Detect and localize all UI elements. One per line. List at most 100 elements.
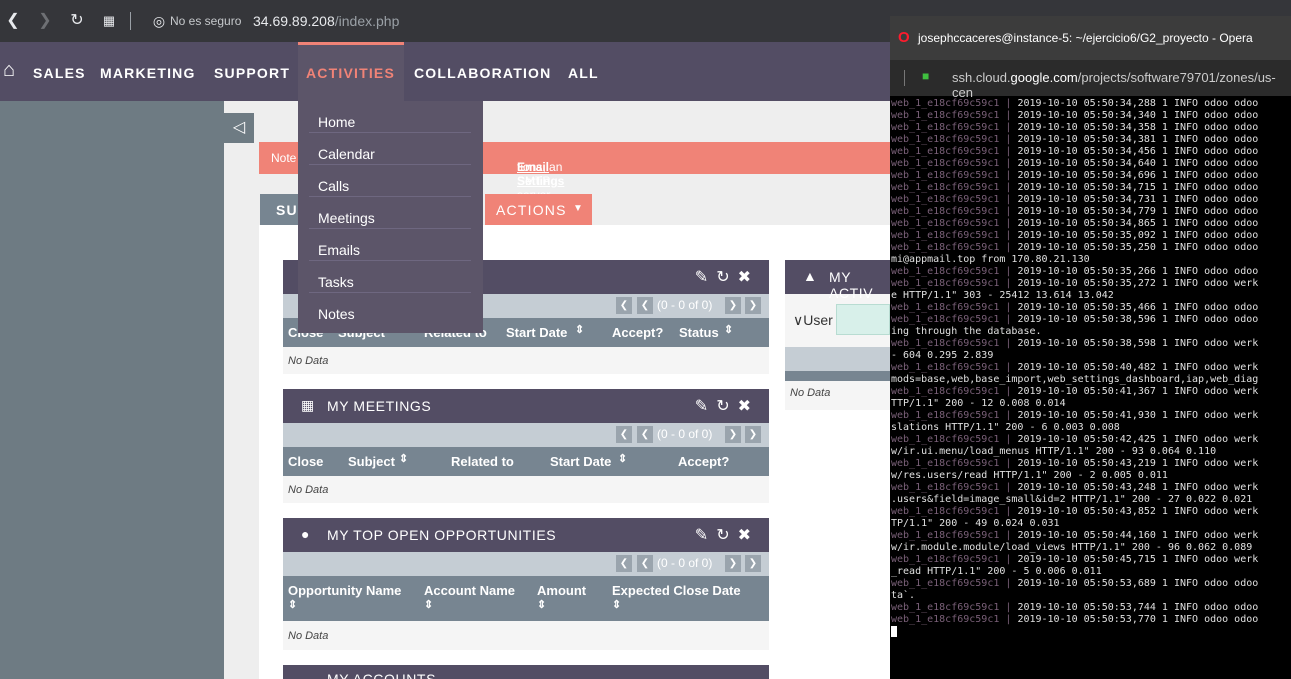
next-page-icon[interactable]: ❯ [725, 297, 741, 314]
terminal-line: ta`. [891, 590, 1291, 602]
user-filter-input[interactable] [836, 304, 890, 335]
nav-support[interactable]: SUPPORT [214, 65, 290, 81]
col-subject[interactable]: Subject [348, 454, 395, 469]
first-page-icon[interactable]: ❮ [616, 297, 632, 314]
refresh-icon[interactable]: ↻ [716, 398, 737, 415]
tabs-grid-icon[interactable]: ▦ [98, 10, 120, 32]
close-icon[interactable]: ✖ [738, 527, 759, 544]
menu-item-notes[interactable]: Notes [309, 293, 471, 325]
nav-sales[interactable]: SALES [33, 65, 86, 81]
next-page-icon[interactable]: ❯ [725, 426, 741, 443]
container-prefix: web_1_e18cf69c59c1 | [891, 110, 1018, 121]
first-page-icon[interactable]: ❮ [616, 426, 632, 443]
col-expected-close-date[interactable]: Expected Close Date [612, 583, 741, 598]
container-prefix: web_1_e18cf69c59c1 | [891, 182, 1018, 193]
refresh-icon[interactable]: ↻ [716, 527, 737, 544]
log-text: 2019-10-10 05:50:34,456 1 INFO odoo odoo [1017, 146, 1259, 157]
sort-icon[interactable]: ⇕ [618, 452, 627, 465]
edit-icon[interactable]: ✎ [695, 269, 716, 286]
address-bar[interactable]: 34.69.89.208/index.php [253, 13, 399, 29]
col-start-date[interactable]: Start Date [506, 325, 567, 340]
last-page-icon[interactable]: ❯ [745, 555, 761, 572]
close-icon[interactable]: ✖ [738, 398, 759, 415]
prev-page-icon[interactable]: ❮ [637, 297, 653, 314]
edit-icon[interactable]: ✎ [695, 527, 716, 544]
reload-icon[interactable]: ↻ [66, 10, 88, 32]
menu-item-meetings[interactable]: Meetings [309, 197, 471, 229]
last-page-icon[interactable]: ❯ [745, 426, 761, 443]
terminal-line: ing through the database. [891, 326, 1291, 338]
dashboard-tab[interactable]: SU [260, 194, 300, 225]
no-data-text: No Data [790, 387, 831, 399]
terminal-output[interactable]: web_1_e18cf69c59c1 | 2019-10-10 05:50:34… [890, 96, 1291, 679]
nav-marketing[interactable]: MARKETING [100, 65, 196, 81]
col-start-date[interactable]: Start Date [550, 454, 611, 469]
menu-item-home[interactable]: Home [309, 101, 471, 133]
container-prefix: web_1_e18cf69c59c1 | [891, 482, 1018, 493]
nav-activities[interactable]: ACTIVITIES [298, 42, 404, 101]
terminal-address-bar[interactable]: ■ ssh.cloud.google.com/projects/software… [890, 60, 1291, 100]
first-page-icon[interactable]: ❮ [616, 555, 632, 572]
terminal-line: web_1_e18cf69c59c1 | 2019-10-10 05:50:35… [891, 302, 1291, 314]
prev-page-icon[interactable]: ❮ [637, 555, 653, 572]
dashlet-actions: ✎↻✖ [695, 525, 759, 545]
collapse-arrow-icon[interactable]: ◁ [224, 113, 254, 143]
terminal-titlebar[interactable]: O josephccaceres@instance-5: ~/ejercicio… [890, 16, 1291, 60]
user-filter-label[interactable]: ∨User [793, 312, 833, 329]
log-text: - 604 0.295 2.839 [891, 350, 994, 361]
home-icon[interactable]: ⌂ [3, 59, 16, 82]
terminal-line: web_1_e18cf69c59c1 | 2019-10-10 05:50:53… [891, 614, 1291, 626]
container-prefix: web_1_e18cf69c59c1 | [891, 602, 1018, 613]
nav-all[interactable]: ALL [568, 65, 599, 81]
terminal-line: w/res.users/read HTTP/1.1" 200 - 2 0.005… [891, 470, 1291, 482]
terminal-line: web_1_e18cf69c59c1 | 2019-10-10 05:50:42… [891, 434, 1291, 446]
url-domain: google.com [1010, 70, 1078, 85]
container-prefix: web_1_e18cf69c59c1 | [891, 206, 1018, 217]
actions-button[interactable]: ACTIONS ▼ [485, 194, 592, 225]
sort-icon[interactable]: ⇕ [724, 323, 733, 336]
stream-header [785, 371, 890, 381]
sort-icon[interactable]: ⇕ [288, 598, 297, 611]
refresh-icon[interactable]: ↻ [716, 269, 737, 286]
edit-icon[interactable]: ✎ [695, 398, 716, 415]
terminal-line: web_1_e18cf69c59c1 | 2019-10-10 05:50:45… [891, 554, 1291, 566]
sort-icon[interactable]: ⇕ [612, 598, 621, 611]
terminal-cursor-line [891, 626, 1291, 638]
back-icon[interactable]: ❮ [2, 10, 24, 32]
container-prefix: web_1_e18cf69c59c1 | [891, 578, 1018, 589]
sort-icon[interactable]: ⇕ [537, 598, 546, 611]
col-accept[interactable]: Accept? [678, 454, 729, 469]
log-text: ing through the database. [891, 326, 1042, 337]
container-prefix: web_1_e18cf69c59c1 | [891, 266, 1018, 277]
log-text: 2019-10-10 05:50:35,250 1 INFO odoo odoo [1017, 242, 1259, 253]
sort-icon[interactable]: ⇕ [399, 452, 408, 465]
last-page-icon[interactable]: ❯ [745, 297, 761, 314]
sort-icon[interactable]: ⇕ [575, 323, 584, 336]
menu-item-calendar[interactable]: Calendar [309, 133, 471, 165]
security-label[interactable]: No es seguro [170, 14, 241, 28]
log-text: mods=base,web,base_import,web_settings_d… [891, 374, 1259, 385]
col-amount[interactable]: Amount [537, 583, 586, 598]
col-close[interactable]: Close [288, 454, 323, 469]
close-icon[interactable]: ✖ [738, 269, 759, 286]
terminal-line: web_1_e18cf69c59c1 | 2019-10-10 05:50:34… [891, 182, 1291, 194]
menu-item-emails[interactable]: Emails [309, 229, 471, 261]
terminal-line: web_1_e18cf69c59c1 | 2019-10-10 05:50:53… [891, 602, 1291, 614]
col-accept[interactable]: Accept? [612, 325, 663, 340]
globe-icon[interactable]: ◎ [148, 10, 170, 32]
menu-item-tasks[interactable]: Tasks [309, 261, 471, 293]
prev-page-icon[interactable]: ❮ [637, 426, 653, 443]
log-text: 2019-10-10 05:50:42,425 1 INFO odoo werk [1017, 434, 1259, 445]
col-account-name[interactable]: Account Name [424, 583, 515, 598]
col-related-to[interactable]: Related to [451, 454, 514, 469]
col-opportunity-name[interactable]: Opportunity Name [288, 583, 401, 598]
sort-icon[interactable]: ⇕ [424, 598, 433, 611]
nav-collaboration[interactable]: COLLABORATION [414, 65, 551, 81]
col-status[interactable]: Status [679, 325, 719, 340]
log-text: 2019-10-10 05:50:43,219 1 INFO odoo werk [1017, 458, 1259, 469]
next-page-icon[interactable]: ❯ [725, 555, 741, 572]
terminal-window[interactable]: O josephccaceres@instance-5: ~/ejercicio… [890, 16, 1291, 679]
email-settings-link[interactable]: Email Settings [517, 160, 564, 188]
menu-item-calls[interactable]: Calls [309, 165, 471, 197]
forward-icon[interactable]: ❯ [34, 10, 56, 32]
